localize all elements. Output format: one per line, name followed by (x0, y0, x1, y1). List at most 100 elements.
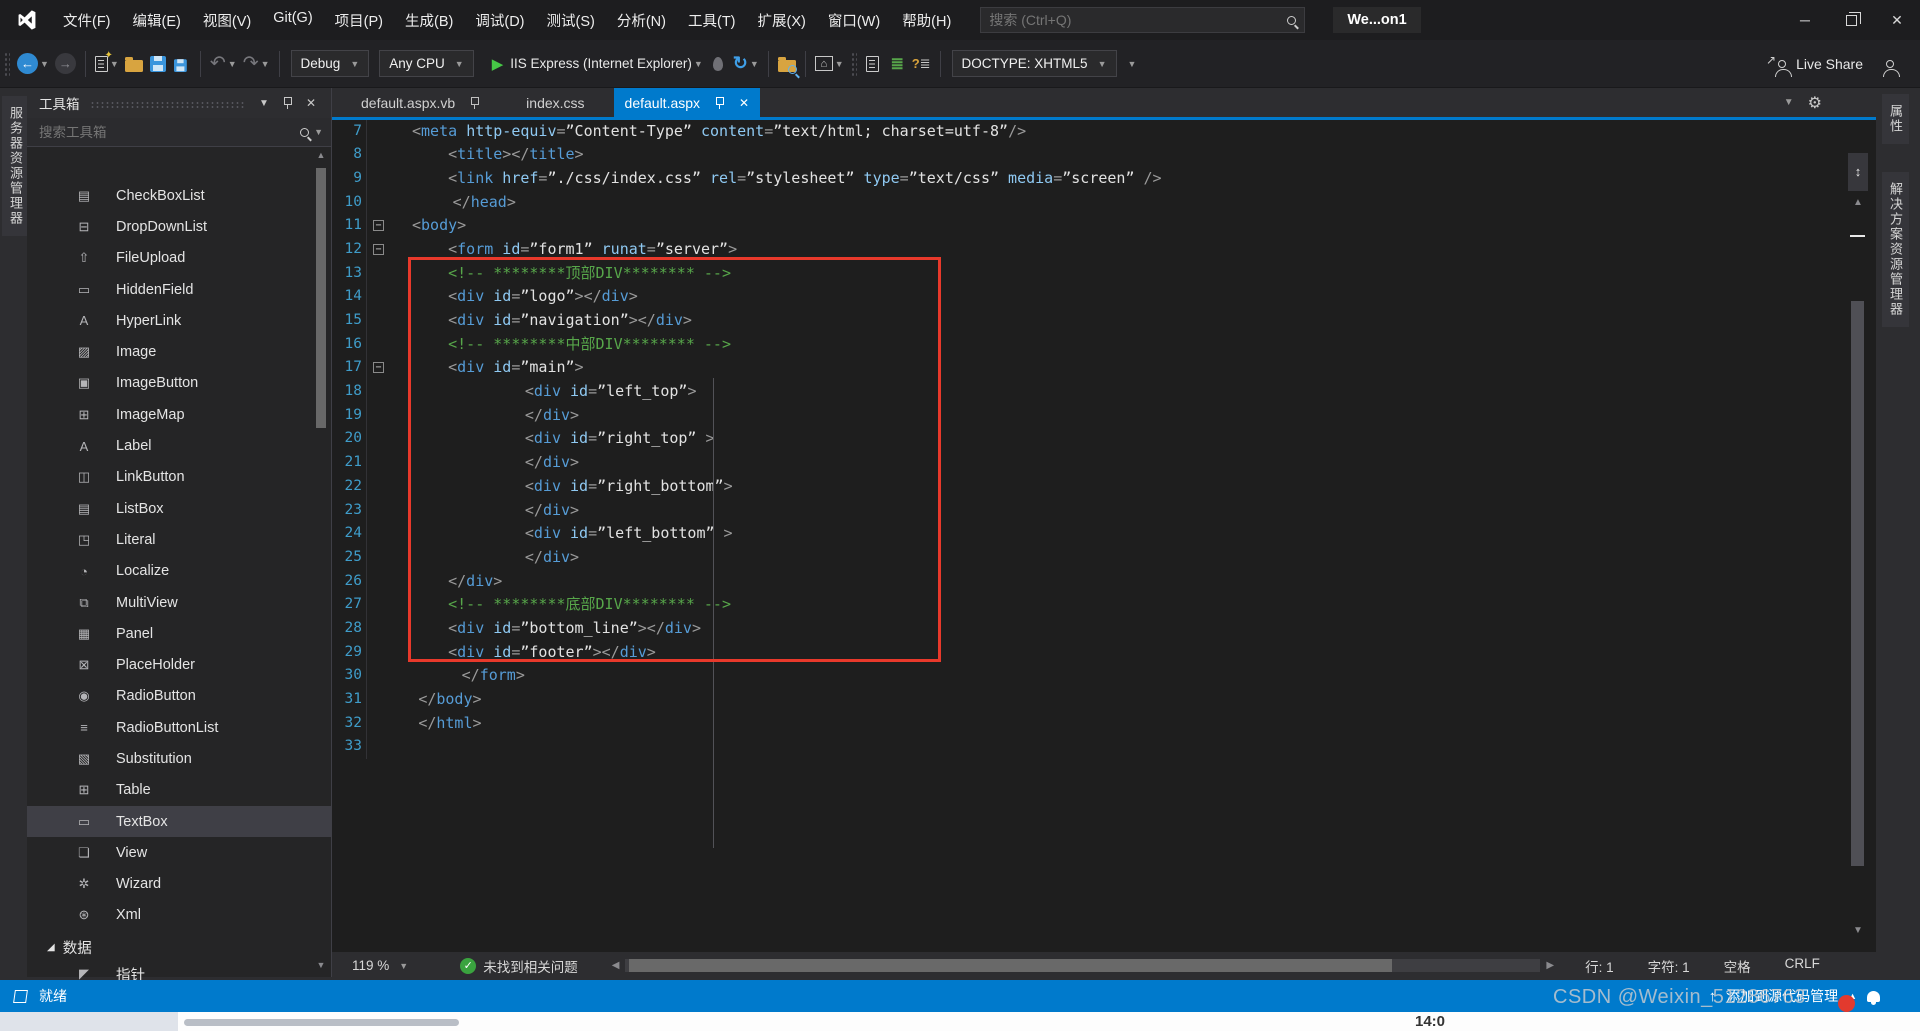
solution-configuration-dropdown[interactable]: Debug▼ (291, 50, 370, 77)
toolbox-section-header[interactable]: ◢ 数据 (27, 933, 331, 961)
eol-indicator[interactable]: CRLF (1768, 956, 1837, 976)
toolbox-item[interactable]: ◔Localize (27, 556, 331, 587)
toolbox-item[interactable]: ▤CheckBoxList (27, 180, 331, 211)
pin-icon[interactable] (283, 97, 292, 109)
send-feedback-button[interactable] (1880, 49, 1904, 79)
menu-item[interactable]: 编辑(E) (122, 6, 192, 35)
menu-item[interactable]: 视图(V) (192, 6, 262, 35)
save-all-button[interactable] (170, 49, 194, 79)
minimize-button[interactable]: ─ (1782, 0, 1828, 40)
toolbox-item[interactable]: ❏View (27, 837, 331, 868)
editor-tab-index.css[interactable]: index.css (515, 88, 595, 117)
toolbox-item[interactable]: ⊛Xml (27, 900, 331, 931)
save-button[interactable] (146, 49, 170, 79)
scroll-left-icon[interactable]: ◀ (612, 960, 620, 971)
toolbox-item[interactable]: ⊟DropDownList (27, 211, 331, 242)
toolbox-item[interactable]: ALabel (27, 430, 331, 461)
format-selection-button[interactable]: ≣ (885, 49, 909, 79)
doctype-dropdown[interactable]: DOCTYPE: XHTML5▼ (952, 50, 1117, 77)
editor-tab-default.aspx[interactable]: default.aspx✕ (614, 88, 761, 117)
toolbox-item[interactable]: ⇧FileUpload (27, 243, 331, 274)
line-indicator[interactable]: 行: 1 (1568, 956, 1631, 976)
open-file-button[interactable] (122, 49, 146, 79)
menu-item[interactable]: 测试(S) (536, 6, 606, 35)
scrollbar-thumb[interactable] (1851, 301, 1864, 866)
fold-collapse-button[interactable]: − (373, 362, 384, 373)
scrollbar-thumb[interactable] (629, 959, 1392, 972)
toolbox-item[interactable]: AHyperLink (27, 305, 331, 336)
fold-collapse-button[interactable]: − (373, 244, 384, 255)
comment-lines-button[interactable]: ?≣ (909, 49, 934, 79)
menu-item[interactable]: 扩展(X) (747, 6, 817, 35)
search-icon[interactable] (1287, 16, 1296, 25)
scroll-up-icon[interactable]: ▲ (1848, 197, 1868, 208)
toolbar-overflow-icon[interactable]: ▼ (1128, 59, 1137, 69)
toolbox-item[interactable]: ▣ImageButton (27, 368, 331, 399)
global-search-box[interactable] (980, 7, 1305, 33)
close-button[interactable]: ✕ (1874, 0, 1920, 40)
toolbox-menu-icon[interactable]: ▼ (252, 98, 276, 109)
toolbox-item[interactable]: ⊞Table (27, 775, 331, 806)
hot-reload-button[interactable] (706, 49, 730, 79)
menu-item[interactable]: 工具(T) (677, 6, 747, 35)
toolbox-drag-handle[interactable] (90, 101, 245, 109)
menu-item[interactable]: Git(G) (262, 6, 323, 35)
gear-icon[interactable]: ⚙ (1808, 93, 1822, 113)
solution-platform-dropdown[interactable]: Any CPU▼ (379, 50, 473, 77)
menu-item[interactable]: 分析(N) (606, 6, 677, 35)
spaces-indicator[interactable]: 空格 (1707, 956, 1768, 976)
restore-button[interactable] (1828, 0, 1874, 40)
search-icon[interactable] (300, 128, 309, 137)
scrollbar-thumb[interactable] (316, 168, 326, 428)
document-list-icon[interactable]: ▼ (1784, 97, 1794, 108)
toolbox-item[interactable]: ◉RadioButton (27, 681, 331, 712)
sidebar-tab-server-explorer[interactable]: 服务器资源管理器 (2, 96, 29, 236)
sidebar-tab-解决方案资源管理器[interactable]: 解决方案资源管理器 (1882, 172, 1909, 327)
live-share-button[interactable]: ↗ Live Share (1763, 49, 1866, 79)
document-health-indicator[interactable]: ✓ 未找到相关问题 (460, 956, 578, 976)
toolbox-item[interactable]: ▭HiddenField (27, 274, 331, 305)
editor-horizontal-scrollbar[interactable] (625, 959, 1540, 972)
editor-tab-default.aspx.vb[interactable]: default.aspx.vb (350, 88, 497, 117)
column-indicator[interactable]: 字符: 1 (1631, 956, 1707, 976)
toolbox-scrollbar[interactable]: ▲ ▼ (314, 150, 328, 970)
new-file-button[interactable]: ▼ (92, 49, 122, 79)
zoom-level-dropdown[interactable]: 119 % ▼ (332, 958, 418, 973)
menu-item[interactable]: 调试(D) (464, 6, 535, 35)
toolbox-item[interactable]: ▦Panel (27, 618, 331, 649)
pin-icon[interactable] (715, 97, 724, 109)
toolbox-item[interactable]: ✲Wizard (27, 869, 331, 900)
toolbox-item[interactable]: ▨Image (27, 336, 331, 367)
scroll-up-icon[interactable]: ▲ (314, 150, 328, 160)
close-icon[interactable]: ✕ (739, 96, 749, 110)
toolbox-search-input[interactable] (39, 125, 300, 140)
global-search-input[interactable] (989, 12, 1287, 28)
sidebar-tab-属性[interactable]: 属性 (1882, 94, 1909, 144)
redo-button[interactable]: ↷▼ (240, 49, 273, 79)
toolbox-item[interactable]: ⧉MultiView (27, 587, 331, 618)
toolbox-item[interactable]: ▭TextBox (27, 806, 331, 837)
chevron-down-icon[interactable]: ▼ (314, 127, 323, 137)
toolbox-item[interactable]: ▧Substitution (27, 743, 331, 774)
menu-item[interactable]: 项目(P) (324, 6, 394, 35)
toolbox-item[interactable]: ◫LinkButton (27, 462, 331, 493)
close-icon[interactable]: ✕ (299, 96, 323, 110)
format-document-button[interactable] (861, 49, 885, 79)
browser-preview-button[interactable]: ⌂▼ (812, 49, 847, 79)
navigate-back-button[interactable]: ←▼ (14, 49, 52, 79)
toolbox-search-box[interactable]: ▼ (27, 118, 331, 147)
toolbox-item[interactable]: ⊞ImageMap (27, 399, 331, 430)
undo-button[interactable]: ↶▼ (207, 49, 240, 79)
toolbox-item[interactable]: ◳Literal (27, 524, 331, 555)
toolbar-grip[interactable] (851, 52, 857, 76)
toolbox-item[interactable]: ≡RadioButtonList (27, 712, 331, 743)
scroll-down-icon[interactable]: ▼ (1848, 925, 1868, 936)
scroll-down-icon[interactable]: ▼ (314, 960, 328, 970)
find-in-files-button[interactable] (775, 49, 799, 79)
pin-icon[interactable] (470, 97, 479, 109)
toolbox-item[interactable]: ▤ListBox (27, 493, 331, 524)
menu-item[interactable]: 帮助(H) (891, 6, 962, 35)
menu-item[interactable]: 生成(B) (394, 6, 464, 35)
split-editor-handle[interactable]: ↕ (1848, 153, 1868, 191)
toolbox-item[interactable]: ⊠PlaceHolder (27, 649, 331, 680)
